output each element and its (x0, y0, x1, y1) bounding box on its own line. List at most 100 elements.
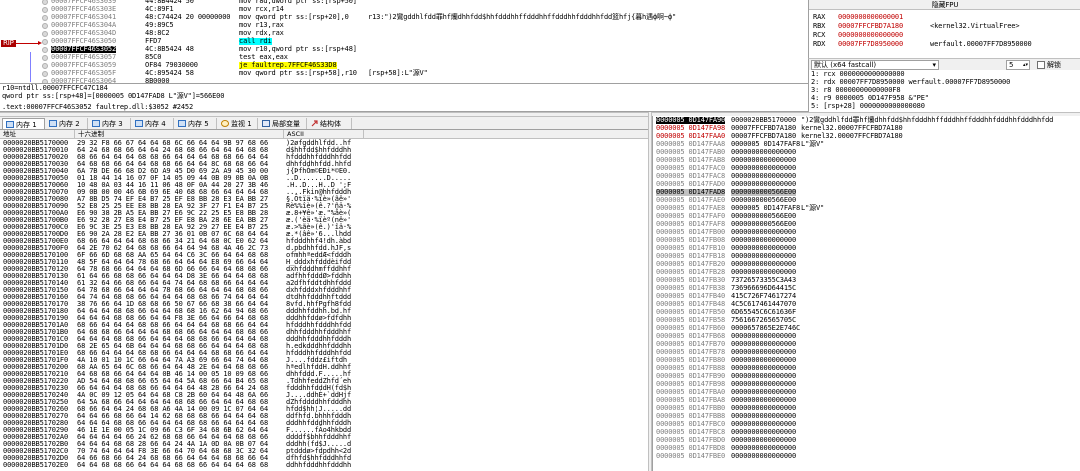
column-header-hex[interactable]: 十六进制 (75, 130, 284, 138)
tab-label: 内存 4 (145, 120, 166, 128)
stack-value: 0000000000000000 (731, 164, 797, 172)
breakpoint-icon[interactable] (42, 55, 48, 61)
disasm-line[interactable]: 00007FFCF46S3057 85C0 test eax,eax (0, 54, 808, 62)
stack-address: 0000005 0D147FAF8 (656, 220, 726, 228)
stack-args-panel[interactable]: 1: rcx 0000000000000000 2: rdx 00007FF7D8… (808, 70, 1080, 116)
tab-watch-1[interactable]: 监视 1 (218, 118, 258, 129)
disasm-instruction: mov qword ptr ss:[rsp+58],r10 (239, 69, 357, 77)
stack-arg-row[interactable]: 5: [rsp+28] 0000000000000080 (811, 103, 925, 111)
tab-memory-2[interactable]: 内存 2 (46, 118, 88, 129)
unlock-checkbox[interactable] (1037, 61, 1045, 69)
stack-comment: ")2鸞gddhlfdd罪hf爤dhhfdd$hhfdddhhffdddhhff… (801, 116, 1054, 124)
stack-address: 0000005 0D147FAB0 (656, 148, 726, 156)
disasm-address: 00007FFCF46S3050 (51, 37, 117, 45)
memory-icon (135, 120, 143, 127)
call-convention-select[interactable]: 默认 (x64 fastcall) ▾ (811, 60, 939, 70)
stack-value: 0000000000000000 (731, 404, 797, 412)
tab-memory-4[interactable]: 内存 4 (132, 118, 174, 129)
stack-row[interactable]: 0000005 0D147FBE0 0000000000000000 (653, 453, 1080, 461)
register-comment: <kernel32.VirtualFree> (930, 22, 1020, 30)
stack-value: 0000000000000000 (731, 268, 797, 276)
disasm-address: 00007FFCF46S304A (51, 21, 117, 29)
stack-address: 0000005 0D147FAC0 (656, 164, 726, 172)
stack-value: 756166726565705C (731, 316, 797, 324)
stack-value: 0000000000000000 (731, 364, 797, 372)
stack-address: 0000005 0D147FBC0 (656, 420, 726, 428)
stack-address: 0000005 0D147FAB8 (656, 156, 726, 164)
stack-value: 0000000000000000 (731, 252, 797, 260)
stack-address: 0000005 0D147FB18 (656, 252, 726, 260)
tab-locals[interactable]: 局部变量 (259, 118, 307, 129)
disasm-line[interactable]: 00007FFCF46S3050 FFD7 call rdi (0, 38, 808, 46)
disasm-instruction: mov r10,qword ptr ss:[rsp+48] (239, 45, 357, 53)
struct-icon (311, 119, 318, 127)
hide-fpu-button[interactable]: 隐藏FPU (809, 0, 1080, 10)
stack-value: 0000000000000000 (731, 380, 797, 388)
tab-memory-3[interactable]: 内存 3 (89, 118, 131, 129)
breakpoint-icon[interactable] (42, 31, 48, 37)
unlock-label: 解锁 (1047, 61, 1061, 69)
stack-value: 00007FFCFBD7A180 (731, 132, 797, 140)
stack-value: 0000000000000000 (731, 428, 797, 436)
stack-address: 0000005 0D147FB38 (656, 284, 726, 292)
stack-value: 0000000000000000 (731, 348, 797, 356)
stack-address: 0000005 0D147FB70 (656, 340, 726, 348)
tab-label: 内存 3 (102, 120, 123, 128)
disasm-line[interactable]: 00007FFCF46S305F 4C:895424 58 mov qword pt… (0, 70, 808, 78)
breakpoint-icon[interactable] (42, 15, 48, 21)
stack-value: 0000000000000000 (731, 444, 797, 452)
stack-value: 0000005 0D147FAF8 (731, 140, 801, 148)
stack-value: 0000000000000000 (731, 452, 797, 460)
disasm-bytes: 48:C74424 20 00000000 (145, 13, 231, 21)
dump-header: 地址 十六进制 ASCII (0, 130, 652, 139)
register-name: RDX (813, 40, 826, 48)
stack-address: 0000005 0D147FB48 (656, 300, 726, 308)
breakpoint-icon[interactable] (42, 71, 48, 77)
spinner-arrows-icon: ▴▾ (1022, 62, 1028, 68)
tab-memory-5[interactable]: 内存 5 (175, 118, 217, 129)
disasm-instruction: mov rcx,r14 (239, 5, 284, 13)
disasm-bytes: FFD7 (145, 37, 162, 45)
column-header-address[interactable]: 地址 (0, 130, 75, 138)
disasm-instruction: call rdi (239, 37, 272, 45)
info-line-2: qword ptr ss:[rsp+48]=[0000005 0D147FAD8… (2, 92, 225, 100)
breakpoint-icon[interactable] (42, 7, 48, 13)
disasm-line[interactable]: 00007FFCF46S3052 4C:8B5424 48 mov r10,qwor… (0, 46, 808, 54)
stack-address: 0000005 0D147FB10 (656, 244, 726, 252)
stack-value: 0000000000000000 (731, 260, 797, 268)
disassembly-panel[interactable]: 00007FFCF46S3039 44:8B4424 50 mov r8d,dwor… (0, 0, 808, 84)
stack-value: 0000000000000000 (731, 356, 797, 364)
tab-memory-1[interactable]: 内存 1 (2, 118, 45, 129)
call-convention-value: 默认 (x64 fastcall) (814, 61, 877, 69)
stack-value: 736966696D64415C (731, 284, 797, 292)
memory-dump[interactable]: 0000020BB5170000 29 32 F8 66 67 64 64 68 … (0, 139, 652, 471)
tab-struct[interactable]: 结构体 (308, 118, 352, 129)
breakpoint-icon[interactable] (42, 39, 48, 45)
memory-tabs: 内存 1 内存 2 内存 3 内存 4 内存 5 监视 1 局部变量 结构体 (0, 116, 652, 130)
stack-value: 415C726F74617274 (731, 292, 797, 300)
breakpoint-icon[interactable] (42, 0, 48, 5)
stack-value: 0000000000000000 (731, 228, 797, 236)
stack-value: 0000000000000000 (731, 372, 797, 380)
stack-value: 0000000000000000 (731, 244, 797, 252)
stack-address: 0000005 0D147FBB8 (656, 412, 726, 420)
breakpoint-icon[interactable] (42, 47, 48, 53)
breakpoint-icon[interactable] (42, 23, 48, 29)
registers-panel[interactable]: 隐藏FPU RAX 0000000000000001 RBX 00007FFCFBD7… (808, 0, 1080, 60)
disasm-line[interactable]: 00007FFCF46S3041 48:C74424 20 00000000 mov… (0, 14, 808, 22)
stack-value: 0000000000000000 (731, 388, 797, 396)
stack-value: 6D65545C6C61636F (731, 308, 797, 316)
dump-row[interactable]: 0000020BB51702E0 64 64 68 68 66 64 64 64 … (0, 462, 652, 470)
rip-label: RIP (1, 39, 16, 47)
column-header-ascii[interactable]: ASCII (284, 130, 364, 138)
stack-value: 0000000000000000 (731, 236, 797, 244)
stack-value: 0000000000000000 (731, 412, 797, 420)
disasm-line[interactable]: 00007FFCF46S304A 49:89C5 mov r13,rax (0, 22, 808, 30)
breakpoint-icon[interactable] (42, 63, 48, 69)
tab-label: 内存 5 (188, 120, 209, 128)
stack-address: 0000005 0D147FB40 (656, 292, 726, 300)
arg-count-spinner[interactable]: 5 ▴▾ (1006, 60, 1030, 70)
stack-value: 0000657865E2E746C (731, 324, 801, 332)
stack-panel[interactable]: 0000005 0D147FA90 0000020BB5170000 ")2鸞gdd… (652, 116, 1080, 471)
disasm-line[interactable]: 00007FFCF46S304D 48:8C2 mov rdx,rax (0, 30, 808, 38)
